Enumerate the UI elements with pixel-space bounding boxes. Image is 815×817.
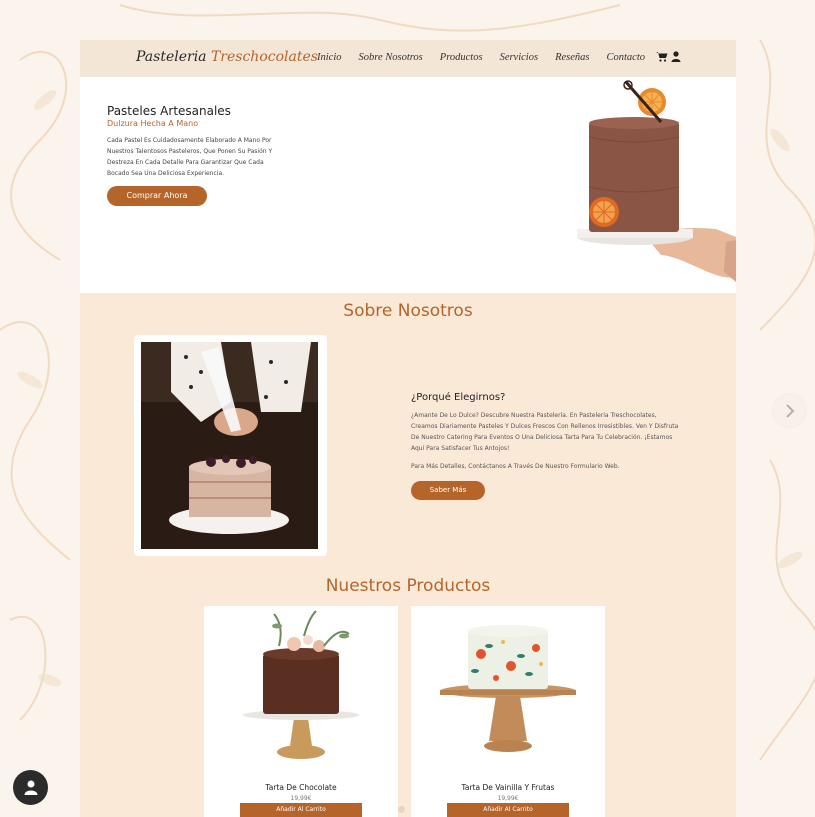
brand-accent: Treschocolates xyxy=(210,49,318,65)
next-arrow-button[interactable] xyxy=(773,394,806,427)
product-card[interactable]: Tarta De Vainilla Y Frutas 19,99€ Añadir… xyxy=(411,606,605,817)
menu-item-resenas[interactable]: Reseñas xyxy=(555,52,589,63)
user-icon[interactable] xyxy=(671,51,681,62)
about-title: Sobre Nosotros xyxy=(343,301,473,321)
why-choose-us-heading: ¿Porqué Elegirnos? xyxy=(411,392,506,403)
account-button[interactable] xyxy=(13,770,48,805)
products-title: Nuestros Productos xyxy=(325,576,491,596)
cart-icon[interactable] xyxy=(656,51,668,62)
menu-item-inicio[interactable]: Inicio xyxy=(317,52,342,63)
top-navigation: Pasteleria Treschocolates Inicio Sobre N… xyxy=(80,40,736,77)
brand-logo[interactable]: Pasteleria Treschocolates xyxy=(136,49,318,65)
product-name: Tarta De Vainilla Y Frutas xyxy=(461,783,555,792)
add-to-cart-button[interactable]: Añadir Al Carrito xyxy=(447,803,569,817)
menu-item-contacto[interactable]: Contacto xyxy=(606,52,645,63)
baker-decorating-cake-image xyxy=(141,342,318,549)
why-choose-us-text: ¿Amante De Lo Dulce? Descubre Nuestra Pa… xyxy=(411,412,679,452)
contact-note: Para Más Detalles, Contáctanos A Través … xyxy=(411,463,620,470)
product-price: 19,99€ xyxy=(497,795,519,802)
learn-more-button[interactable]: Saber Más xyxy=(411,481,485,500)
nav-icons xyxy=(656,51,681,62)
product-name: Tarta De Chocolate xyxy=(265,783,337,792)
chevron-right-icon xyxy=(785,403,794,418)
hero-subtitle: Dulzura Hecha A Mano xyxy=(107,119,199,128)
hero-cake-image xyxy=(577,80,736,282)
product-card[interactable]: Tarta De Chocolate 19,99€ Añadir Al Carr… xyxy=(204,606,398,817)
menu-item-servicios[interactable]: Servicios xyxy=(500,52,539,63)
hero-section: Pasteles Artesanales Dulzura Hecha A Man… xyxy=(80,77,736,293)
add-to-cart-button[interactable]: Añadir Al Carrito xyxy=(240,803,362,817)
website-preview: Pasteleria Treschocolates Inicio Sobre N… xyxy=(80,40,736,817)
about-section: Sobre Nosotros ¿Porqué Elegirnos? ¿Amant… xyxy=(80,293,736,817)
carousel-dot[interactable] xyxy=(398,806,405,813)
chocolate-cake-image xyxy=(204,606,398,778)
buy-now-button[interactable]: Comprar Ahora xyxy=(107,186,207,206)
vanilla-fruit-cake-image xyxy=(411,606,605,778)
hero-description: Cada Pastel Es Cuidadosamente Elaborado … xyxy=(107,137,273,177)
user-icon xyxy=(24,780,37,795)
menu-item-productos[interactable]: Productos xyxy=(440,52,483,63)
hero-title: Pasteles Artesanales xyxy=(107,104,231,118)
about-photo-frame xyxy=(134,335,327,556)
menu-item-sobre-nosotros[interactable]: Sobre Nosotros xyxy=(359,52,423,63)
brand-main: Pasteleria xyxy=(136,49,207,65)
main-menu: Inicio Sobre Nosotros Productos Servicio… xyxy=(317,52,662,63)
product-price: 19,99€ xyxy=(290,795,312,802)
